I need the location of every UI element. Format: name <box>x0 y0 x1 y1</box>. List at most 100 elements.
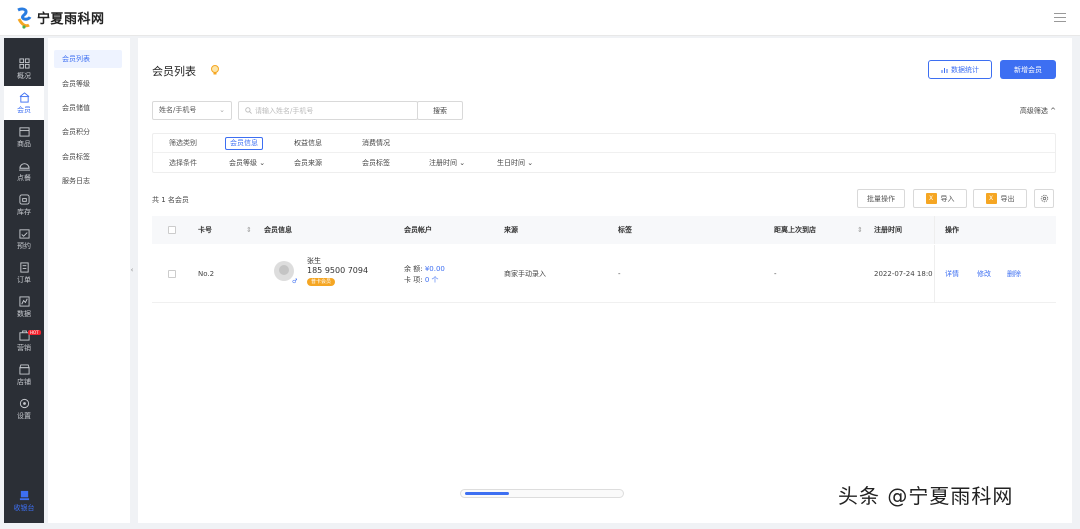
filter-condition-birthday[interactable]: 生日时间 ⌄ <box>497 158 533 168</box>
sidebar-item-data[interactable]: 数据 <box>4 290 44 324</box>
table-settings-button[interactable] <box>1034 189 1054 208</box>
table-row: No.2 ♂ 张生 185 9500 7094 普卡会员 余 额: ¥0.00 … <box>152 245 1056 303</box>
logo-mark-icon <box>17 6 32 29</box>
filter-option-benefits[interactable]: 权益信息 <box>294 138 322 148</box>
chevron-up-icon: ^ <box>1050 107 1056 115</box>
last-visit-cell: - <box>774 270 777 278</box>
member-phone: 185 9500 7094 <box>307 266 369 275</box>
filter-condition-level[interactable]: 会员等级 ⌄ <box>229 158 265 168</box>
edit-link[interactable]: 修改 <box>977 269 991 279</box>
logo-text: 宁夏雨科网 <box>37 12 105 27</box>
sidebar-item-cashier[interactable]: 收银台 <box>4 484 44 518</box>
col-register-time[interactable]: 注册时间 <box>874 216 902 244</box>
submenu-item-member-tags[interactable]: 会员标签 <box>54 148 122 166</box>
sidebar-item-inventory[interactable]: 库存 <box>4 188 44 222</box>
add-member-button[interactable]: 新增会员 <box>1000 60 1056 79</box>
dining-icon <box>18 162 30 171</box>
batch-operation-button[interactable]: 批量操作 <box>857 189 905 208</box>
member-count: 共 1 名会员 <box>152 196 189 204</box>
filter-option-consumption[interactable]: 消费情况 <box>362 138 390 148</box>
filter-condition-birthday-label: 生日时间 <box>497 158 525 167</box>
hamburger-menu-icon[interactable] <box>1054 11 1066 23</box>
delete-link[interactable]: 删除 <box>1007 269 1021 279</box>
sidebar-item-dining[interactable]: 点餐 <box>4 154 44 188</box>
table-header: 卡号 ⇕ 会员信息 会员帐户 来源 标签 距离上次到店 ⇕ 注册时间 操作 <box>152 216 1056 244</box>
filter-conditions-label: 选择条件 <box>169 158 197 167</box>
search-type-select[interactable]: 姓名/手机号 ⌄ <box>152 101 232 120</box>
select-all-checkbox[interactable] <box>168 226 176 234</box>
data-stats-button[interactable]: 数据统计 <box>928 60 992 79</box>
filter-condition-register-label: 注册时间 <box>429 158 457 167</box>
member-level-badge: 普卡会员 <box>307 278 336 286</box>
sidebar-item-order[interactable]: 订单 <box>4 256 44 290</box>
horizontal-scrollbar[interactable] <box>460 489 624 498</box>
submenu-item-member-list[interactable]: 会员列表 <box>54 50 122 68</box>
filter-condition-source[interactable]: 会员来源 <box>294 158 322 168</box>
sidebar-item-store[interactable]: 店铺 <box>4 358 44 392</box>
advanced-filter-label: 高级筛选 <box>1019 107 1048 115</box>
sort-icon[interactable]: ⇕ <box>857 216 863 244</box>
row-checkbox[interactable] <box>168 270 176 278</box>
balance-label: 余 额: <box>404 265 423 273</box>
submenu-item-member-stored-value[interactable]: 会员储值 <box>54 99 122 117</box>
lightbulb-icon[interactable] <box>210 65 220 75</box>
sidebar-label: 商品 <box>17 139 31 148</box>
search-placeholder: 请输入姓名/手机号 <box>255 106 314 115</box>
sort-icon[interactable]: ⇕ <box>246 216 252 244</box>
submenu-item-member-level[interactable]: 会员等级 <box>54 75 122 93</box>
excel-icon: X <box>925 193 937 204</box>
member-icon <box>19 91 29 103</box>
register-time-cell: 2022-07-24 18:0 <box>874 270 933 278</box>
sidebar-item-goods[interactable]: 商品 <box>4 120 44 154</box>
import-button[interactable]: X 导入 <box>913 189 967 208</box>
card-no-cell: No.2 <box>198 270 215 278</box>
filter-condition-register-time[interactable]: 注册时间 ⌄ <box>429 158 465 168</box>
export-button[interactable]: X 导出 <box>973 189 1027 208</box>
sidebar-label: 预约 <box>17 241 31 250</box>
scrollbar-thumb[interactable] <box>465 492 509 495</box>
sidebar-item-settings[interactable]: 设置 <box>4 392 44 426</box>
sidebar-item-marketing[interactable]: HOT 营销 <box>4 324 44 358</box>
main-sidebar: 概况 会员 商品 点餐 库存 预约 订单 数据 HOT 营销 店铺 设置 收银台 <box>4 38 44 523</box>
detail-link[interactable]: 详情 <box>945 269 959 279</box>
main-panel: 会员列表 数据统计 新增会员 姓名/手机号 ⌄ 请输入姓名/手机号 搜索 高级筛… <box>138 38 1072 523</box>
submenu-item-member-points[interactable]: 会员积分 <box>54 123 122 141</box>
search-input[interactable]: 请输入姓名/手机号 <box>238 101 418 120</box>
col-actions: 操作 <box>934 216 1056 244</box>
sidebar-label: 会员 <box>17 105 31 114</box>
sidebar-label: 店铺 <box>17 377 31 386</box>
inventory-icon <box>18 193 30 205</box>
filter-condition-tags[interactable]: 会员标签 <box>362 158 390 168</box>
grid-icon <box>18 57 30 69</box>
cashier-icon <box>19 490 29 500</box>
sidebar-label: 营销 <box>17 343 31 352</box>
male-icon: ♂ <box>292 278 298 285</box>
filter-row-category: 筛选类别 会员信息 权益信息 消费情况 <box>153 134 1055 153</box>
member-name[interactable]: 张生 <box>307 257 321 266</box>
sidebar-item-member[interactable]: 会员 <box>4 86 44 120</box>
card-items-line: 卡 项: 0 个 <box>404 275 439 285</box>
search-button[interactable]: 搜索 <box>417 101 463 120</box>
sidebar-label: 收银台 <box>13 503 35 512</box>
tag-cell: - <box>618 270 621 278</box>
sidebar-item-booking[interactable]: 预约 <box>4 222 44 256</box>
import-label: 导入 <box>940 194 955 203</box>
data-icon <box>18 295 30 307</box>
balance-value: ¥0.00 <box>424 265 445 273</box>
submenu-item-service-log[interactable]: 服务日志 <box>54 172 122 190</box>
logo[interactable]: 宁夏雨科网 <box>14 6 105 29</box>
col-member-info: 会员信息 <box>264 226 292 234</box>
advanced-filter-toggle[interactable]: 高级筛选 ^ <box>1020 106 1056 116</box>
col-last-visit: 距离上次到店 <box>774 226 816 234</box>
sub-menu: 会员列表 会员等级 会员储值 会员积分 会员标签 服务日志 <box>48 38 130 523</box>
avatar <box>274 261 294 281</box>
collapse-handle-icon[interactable]: ‹ <box>128 262 136 278</box>
col-card-no[interactable]: 卡号 <box>198 216 212 244</box>
sidebar-label: 订单 <box>17 275 31 284</box>
sidebar-item-overview[interactable]: 概况 <box>4 52 44 86</box>
filter-option-member-info[interactable]: 会员信息 <box>225 136 263 150</box>
filter-row-conditions: 选择条件 会员等级 ⌄ 会员来源 会员标签 注册时间 ⌄ 生日时间 ⌄ <box>153 153 1055 172</box>
filter-condition-level-label: 会员等级 <box>229 158 257 167</box>
page-title: 会员列表 <box>152 65 196 78</box>
order-icon <box>19 261 29 273</box>
